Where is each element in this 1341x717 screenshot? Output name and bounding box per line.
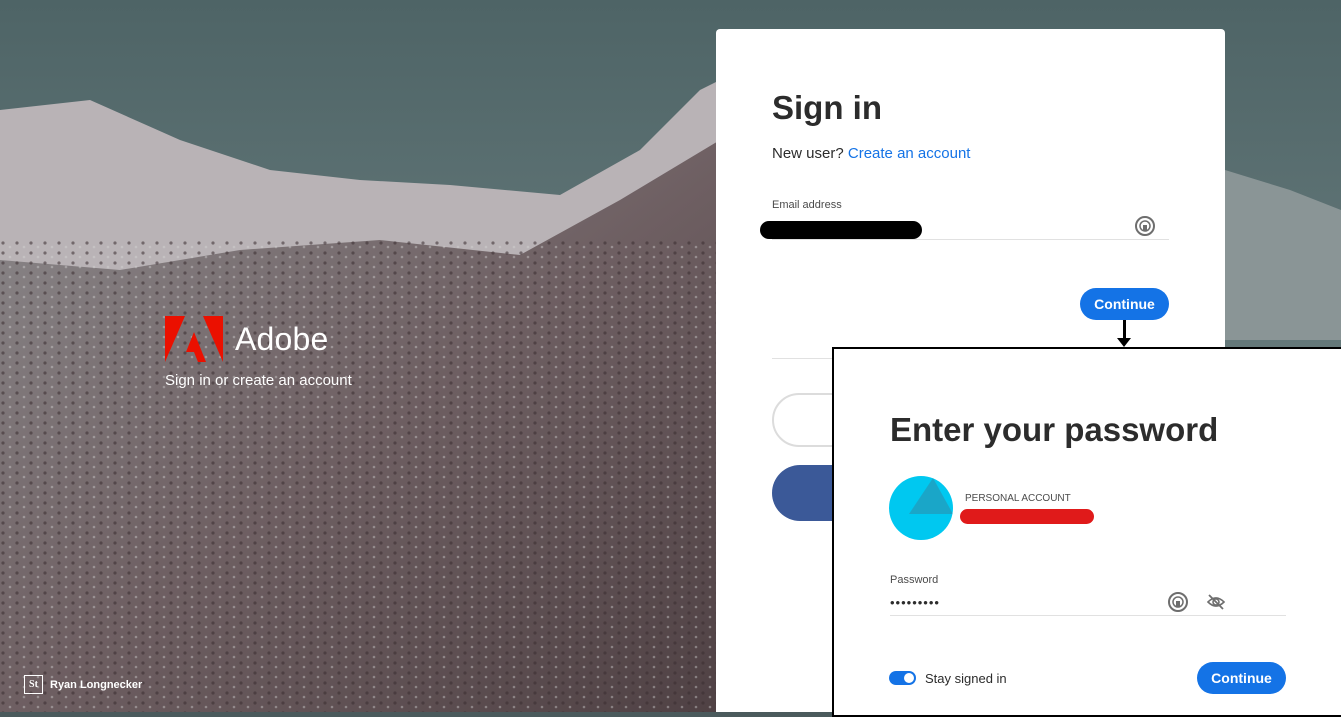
hide-password-eye-icon[interactable] [1206,592,1226,612]
photo-credit[interactable]: St Ryan Longnecker [24,675,142,694]
email-label: Email address [772,199,842,211]
password-title: Enter your password [890,411,1219,448]
brand-block: Adobe Sign in or create an account [165,316,352,389]
toggle-knob [904,673,914,683]
password-continue-button[interactable]: Continue [1197,662,1286,694]
stay-signed-in-label: Stay signed in [925,671,1007,686]
password-value: ••••••••• [890,595,940,610]
email-redaction [760,221,922,239]
password-card: Enter your password PERSONAL ACCOUNT Pas… [832,347,1341,717]
adobe-logo-icon [165,316,223,362]
password-input[interactable]: ••••••••• [890,593,1286,616]
new-user-row: New user? Create an account [772,145,970,162]
stay-signed-in-toggle[interactable] [889,671,916,685]
new-user-text: New user? [772,145,844,162]
password-manager-icon[interactable] [1134,215,1156,237]
email-input[interactable] [760,217,1169,240]
account-type-label: PERSONAL ACCOUNT [965,493,1071,504]
brand-name: Adobe [235,320,329,357]
signin-title: Sign in [772,89,882,126]
stock-icon: St [24,675,43,694]
password-label: Password [890,574,939,586]
photographer-name: Ryan Longnecker [50,678,143,691]
continue-button[interactable]: Continue [1080,288,1169,320]
connector-arrow-head-icon [1117,338,1131,347]
avatar [889,476,953,540]
account-name-redaction [960,509,1094,524]
create-account-link[interactable]: Create an account [848,145,971,162]
brand-subtitle: Sign in or create an account [165,372,352,389]
password-manager-icon[interactable] [1167,591,1189,613]
